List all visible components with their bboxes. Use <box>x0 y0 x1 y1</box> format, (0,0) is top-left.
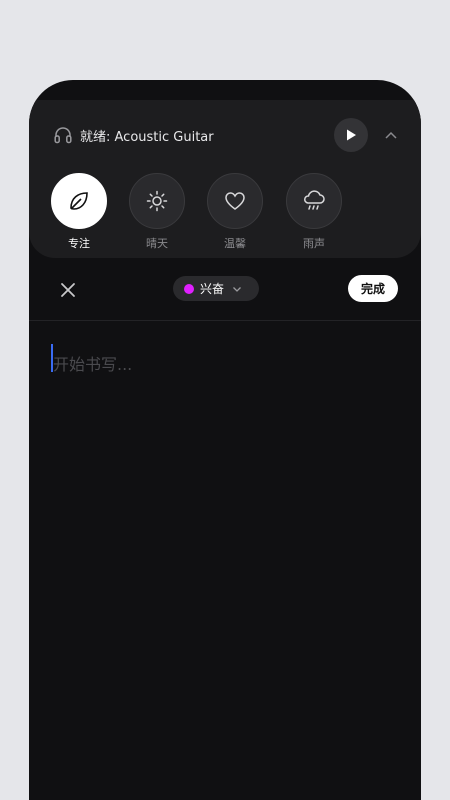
sound-option-label: 温馨 <box>224 237 246 250</box>
journal-text-input[interactable]: 开始书写... <box>51 344 391 376</box>
sound-option-circle[interactable] <box>207 173 263 229</box>
play-icon <box>347 129 356 141</box>
chevron-down-icon <box>233 286 241 292</box>
now-playing-row: 就绪: Acoustic Guitar <box>53 118 401 152</box>
done-button[interactable]: 完成 <box>348 275 398 302</box>
mood-label: 兴奋 <box>200 282 225 296</box>
divider <box>29 320 421 321</box>
mood-selector[interactable]: 兴奋 <box>173 276 259 301</box>
sound-option-label: 雨声 <box>303 237 325 250</box>
now-playing-text: 就绪: Acoustic Guitar <box>80 130 214 145</box>
sound-option-sunny[interactable]: 晴天 <box>129 173 185 251</box>
sound-option-rain[interactable]: 雨声 <box>286 173 342 251</box>
cloud-rain-icon <box>304 190 325 210</box>
chevron-up-icon <box>385 131 397 139</box>
mood-color-dot <box>184 283 194 294</box>
sound-option-cozy[interactable]: 温馨 <box>207 173 263 251</box>
editor-placeholder: 开始书写... <box>53 355 133 374</box>
play-button[interactable] <box>334 118 368 152</box>
close-icon <box>61 283 75 297</box>
sun-icon <box>146 190 168 212</box>
sound-option-label: 晴天 <box>146 237 168 250</box>
headphones-icon <box>54 127 72 144</box>
collapse-button[interactable] <box>381 125 401 145</box>
sound-option-circle[interactable] <box>286 173 342 229</box>
editor-toolbar: 兴奋 完成 <box>29 260 421 320</box>
heart-icon <box>225 192 245 210</box>
sound-option-label: 专注 <box>68 237 90 250</box>
sound-option-circle[interactable] <box>51 173 107 229</box>
sound-player-panel: 就绪: Acoustic Guitar 专注 晴天 温馨 雨声 <box>29 100 421 258</box>
close-button[interactable] <box>57 279 79 301</box>
phone-screen: 就绪: Acoustic Guitar 专注 晴天 温馨 雨声 兴奋 完成 开始… <box>29 80 421 800</box>
leaf-icon <box>70 192 88 210</box>
sound-option-focus[interactable]: 专注 <box>51 173 107 251</box>
sound-option-circle[interactable] <box>129 173 185 229</box>
